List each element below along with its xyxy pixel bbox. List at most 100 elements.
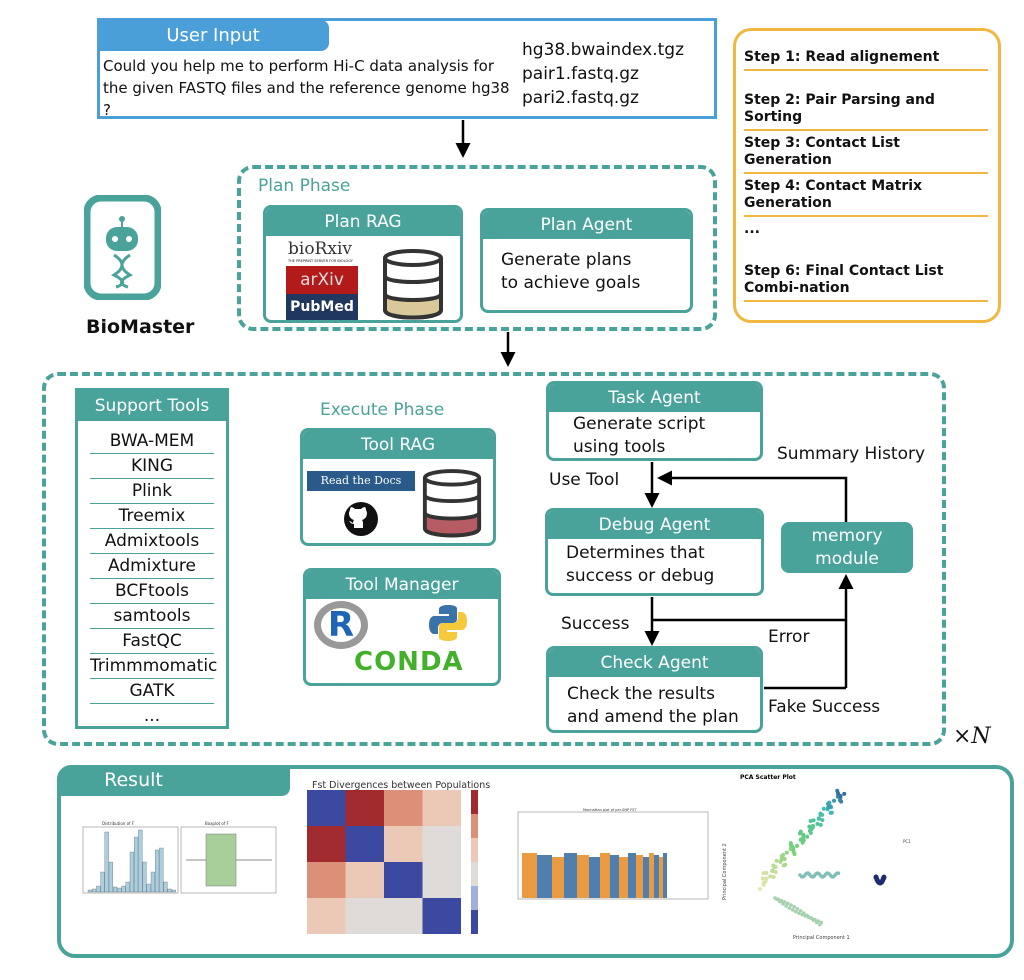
manhattan-band [600,853,610,898]
pca-point [783,862,788,867]
manhattan-title: Manhattan plot of per-SNP FST [583,808,637,812]
histogram-bar [134,836,139,893]
histogram-bar [163,881,168,893]
histogram-bar [138,829,143,893]
pca-point [774,858,779,863]
pca-point [758,887,762,891]
pca-point [842,791,847,796]
pca-point [795,906,800,911]
manhattan-band [659,857,663,898]
heatmap-cell [307,898,346,934]
manhattan-band [522,853,537,898]
manhattan-band [654,855,659,898]
histogram-bar [171,889,176,893]
manhattan-band [610,855,619,898]
heatmap-cell [422,826,461,862]
hist-title: Distribution of F [102,821,135,826]
heatmap-title: Fst Divergences between Populations [312,780,490,791]
colorbar-segment [471,814,478,838]
colorbar-segment [471,910,478,934]
pca-point [761,881,766,886]
pca-point [881,874,887,880]
pca-point [771,874,776,879]
pca-point [768,874,773,879]
pca-point [791,850,796,855]
manhattan-band [589,857,600,898]
pca-ylabel: Principal Component 2 [722,843,728,900]
pca-xlabel: Principal Component 1 [793,935,850,941]
colorbar-segment [471,886,478,910]
heatmap-cell [422,790,461,826]
histogram-bar [146,883,151,893]
heatmap-cell [307,790,346,826]
histogram-bar [167,888,172,893]
pca-point [779,898,784,903]
heatmap-cell [384,898,423,934]
manhattan-band [619,857,628,898]
histogram-bar [129,851,134,893]
pca-legend-title: PC1 [903,839,911,844]
pca-point [818,822,823,827]
pca-point [807,824,812,829]
pca-point [792,905,796,909]
pca-point [798,837,803,842]
pca-point [786,901,790,906]
colorbar-segment [471,838,478,862]
heatmap-cell [345,790,384,826]
manhattan-band [643,857,649,898]
heatmap-cell [384,790,423,826]
pca-point [807,828,812,833]
heatmap-cell [422,862,461,898]
pca-point [770,868,775,873]
pca-point [798,909,803,913]
pca-point [795,843,800,848]
pca-point [836,871,841,875]
pca-point [790,908,795,912]
heatmap-cell [345,898,384,934]
heatmap-cell [384,826,423,862]
colorbar-segment [471,862,478,886]
heatmap-cell [307,826,346,862]
histogram-bar [159,847,164,893]
pca-point [835,790,840,795]
pca-point [816,816,821,821]
histogram-bar [121,885,126,893]
pca-point [820,818,825,823]
histogram-bar [155,849,160,893]
heatmap-cell [345,826,384,862]
pca-point [838,798,843,803]
histogram-bar [117,887,122,893]
pca-point [819,920,824,925]
pca-point [828,804,833,809]
pca-point [832,798,837,803]
manhattan-band [663,853,667,898]
pca-point [760,876,765,881]
heatmap-cell [345,862,384,898]
pca-point [811,818,816,823]
manhattan-band [537,855,552,898]
manhattan-band [577,855,589,898]
pca-point [782,900,787,904]
histogram-bar [108,861,113,893]
pca-point [798,829,803,834]
histogram-bar [125,881,130,893]
pca-point [816,919,820,923]
pca-point [791,846,796,851]
histogram-bar [142,861,147,893]
histogram-bar [150,871,155,893]
pca-point [784,850,789,855]
heatmap-cell [384,862,423,898]
manhattan-band [552,857,564,898]
manhattan-band [628,853,636,898]
pca-title: PCA Scatter Plot [740,774,796,781]
pca-point [781,856,786,861]
pca-point [805,834,810,839]
histogram-bar [113,886,118,893]
pca-point [764,870,769,875]
histogram-bar [92,888,97,893]
histogram-bar [104,831,109,893]
pca-point [801,832,806,837]
box-title: Boxplot of F [205,821,230,826]
pca-point [829,810,834,815]
histogram-bar [100,871,105,893]
